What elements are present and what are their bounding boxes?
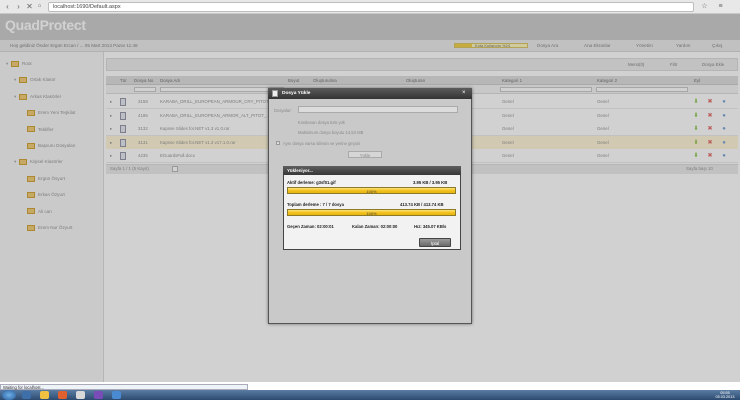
upload-dialog-icon xyxy=(272,90,278,97)
cancel-button[interactable]: İptal xyxy=(419,238,451,247)
upload-button[interactable]: Yükle xyxy=(348,151,382,158)
star-icon[interactable]: ☆ xyxy=(700,2,709,11)
start-button[interactable] xyxy=(2,390,16,400)
home-icon[interactable]: ⌂ xyxy=(35,2,44,11)
active-file-size: 3.95 KB / 3.95 KB xyxy=(413,180,448,185)
elapsed-time: Geçen Zaman: 02:00:01 xyxy=(287,224,334,229)
overwrite-label: Aynı dosya varsa silinsin ve yerine geçs… xyxy=(283,141,361,146)
address-bar[interactable]: localhost:1690/Default.aspx xyxy=(48,2,694,12)
taskbar-vs-icon[interactable] xyxy=(94,391,103,399)
taskbar-clock: 05:55 05.03.2013 xyxy=(712,391,738,399)
taskbar-explorer-icon[interactable] xyxy=(40,391,49,399)
total-size: 413.74 KB / 413.74 KB xyxy=(400,202,444,207)
clock-date: 05.03.2013 xyxy=(715,395,735,399)
upload-progress-title: Yükleniyor... xyxy=(287,168,313,173)
menu-icon[interactable]: ≡ xyxy=(716,2,725,11)
forward-icon[interactable]: › xyxy=(14,2,23,11)
upload-dialog-title: Dosya Yükle xyxy=(282,91,311,96)
upload-speed: Hız: 345.07 KB/s xyxy=(414,224,447,229)
taskbar-ie-icon[interactable] xyxy=(22,391,31,399)
remaining-time: Kalan Zaman: 02:00:00 xyxy=(352,224,398,229)
active-progress-bar: 100% xyxy=(287,187,456,194)
file-input[interactable] xyxy=(298,106,458,113)
max-size-info: Maksimum dosya boyutu 14,53 MB xyxy=(298,130,364,135)
file-type-info: Kısıtlanan dosya türü yok xyxy=(298,120,346,125)
taskbar-chrome-icon[interactable] xyxy=(76,391,85,399)
total-progress-percent: 100% xyxy=(366,211,377,216)
active-progress-percent: 100% xyxy=(366,189,377,194)
taskbar-media-icon[interactable] xyxy=(58,391,67,399)
taskbar-app-icon[interactable] xyxy=(112,391,121,399)
taskbar xyxy=(0,390,740,400)
overwrite-checkbox[interactable] xyxy=(276,141,280,145)
total-progress-bar: 100% xyxy=(287,209,456,216)
total-files-label: Toplam derleme : 7 / 7 dosya xyxy=(287,202,344,207)
back-icon[interactable]: ‹ xyxy=(3,2,12,11)
close-icon[interactable]: × xyxy=(462,88,466,99)
stop-icon[interactable]: ✕ xyxy=(25,2,34,11)
files-label: Dosyalar: xyxy=(274,108,292,113)
active-file-label: Aktif derleme: g3sf01.gif xyxy=(287,180,336,185)
